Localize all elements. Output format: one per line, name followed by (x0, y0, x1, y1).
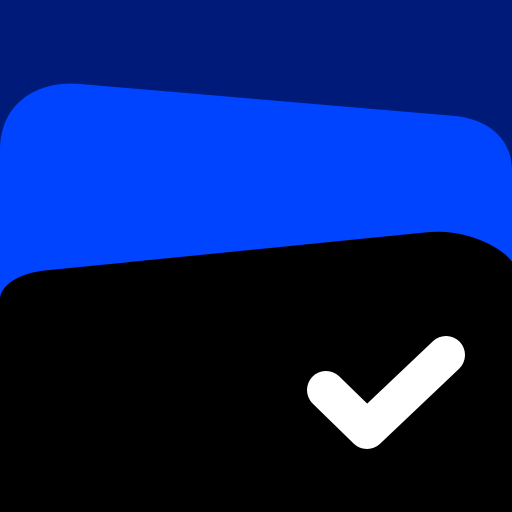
app-icon (0, 0, 512, 512)
wallet-check-icon (0, 0, 512, 512)
